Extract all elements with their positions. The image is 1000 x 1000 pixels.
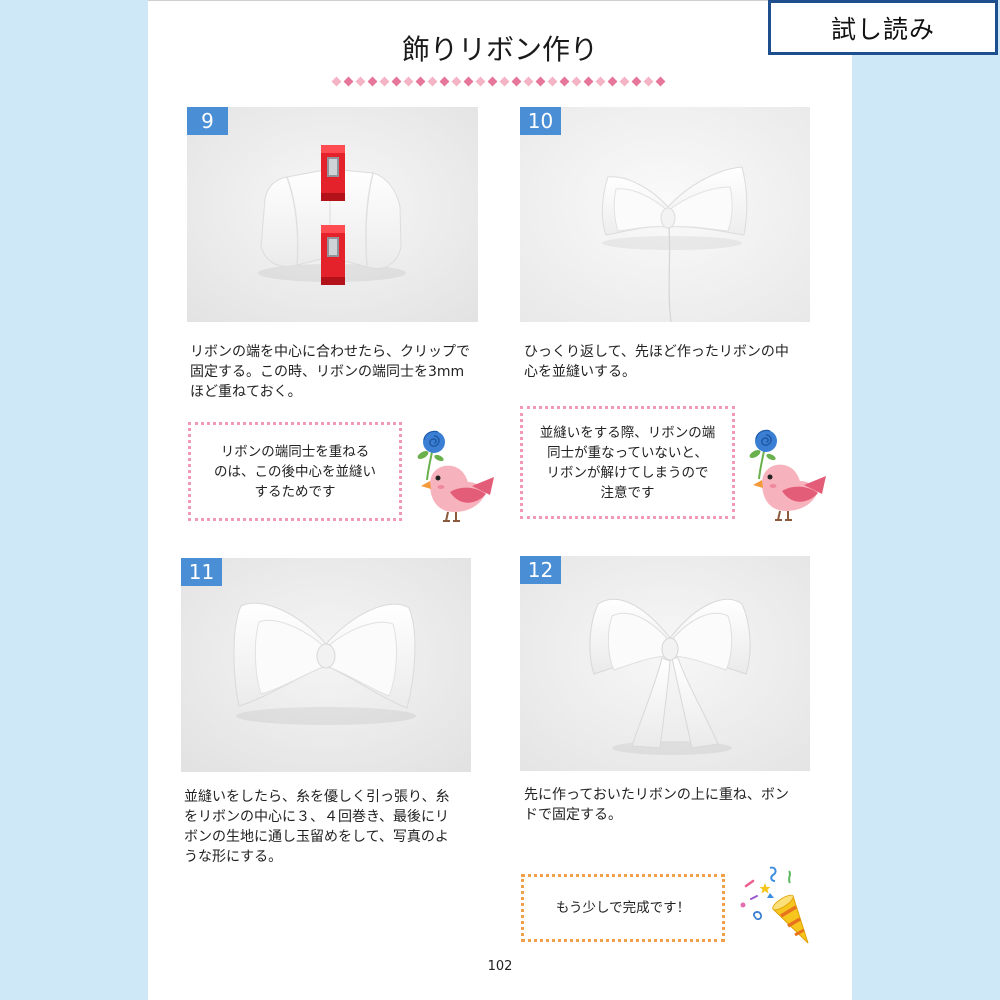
ribbon-with-clips-image <box>187 107 478 322</box>
divider-diamond <box>559 76 570 87</box>
layered-bow-image <box>520 556 810 771</box>
divider-diamond <box>595 76 606 87</box>
divider-diamond <box>511 76 522 87</box>
divider-diamond <box>607 76 618 87</box>
divider-diamond <box>439 76 450 87</box>
divider-diamond <box>475 76 486 87</box>
party-popper-icon <box>737 865 811 945</box>
note-line: のは、この後中心を並縫い <box>214 463 376 480</box>
text-line: ほど重ねておく。 <box>190 384 302 400</box>
step-11: 11 並縫いをしたら、糸を優しく引っ張り、糸 をリボンの中心に３、４回巻き、最後… <box>181 558 477 868</box>
step-instructions: リボンの端を中心に合わせたら、クリップで 固定する。この時、リボンの端同士を3m… <box>190 342 486 402</box>
divider-diamond <box>655 76 666 87</box>
divider-diamond <box>331 76 342 87</box>
note-line: リボンの端同士を重ねる <box>220 443 370 460</box>
red-clip <box>321 225 345 285</box>
ribbon-bow-image <box>520 107 810 322</box>
tip-note: リボンの端同士を重ねる のは、この後中心を並縫い するためです <box>188 422 402 521</box>
bird-icon <box>742 427 826 523</box>
completion-note: もう少しで完成です！ <box>521 874 725 942</box>
divider-diamond <box>643 76 654 87</box>
bird-icon <box>410 428 494 524</box>
step-10: 10 ひっくり返して、先ほど作ったリボンの中 心を並縫いする。 並縫いをする際、… <box>520 107 826 523</box>
divider-diamond <box>379 76 390 87</box>
divider-diamond <box>415 76 426 87</box>
step-12: 12 先に作っておいたリボンの上に重ね、ボン ドで固定する。 もう少しで完成です… <box>520 556 816 948</box>
step-instructions: 先に作っておいたリボンの上に重ね、ボン ドで固定する。 <box>524 785 820 825</box>
step-number-badge: 12 <box>520 556 561 584</box>
text-line: 並縫いをしたら、糸を優しく引っ張り、糸 <box>184 789 450 805</box>
divider-diamond <box>547 76 558 87</box>
divider-diamond <box>355 76 366 87</box>
red-clip <box>321 145 345 201</box>
text-line: 先に作っておいたリボンの上に重ね、ボン <box>524 787 789 803</box>
divider-diamond <box>391 76 402 87</box>
note-line: もう少しで完成です！ <box>555 900 691 916</box>
divider-diamond <box>631 76 642 87</box>
divider-diamond <box>463 76 474 87</box>
divider-diamond <box>535 76 546 87</box>
note-line: 注意です <box>600 484 655 501</box>
divider-diamond <box>427 76 438 87</box>
note-line: リボンが解けてしまうので <box>546 464 709 481</box>
divider-diamond <box>451 76 462 87</box>
text-line: 固定する。この時、リボンの端同士を3mm <box>190 364 465 380</box>
text-line: ドで固定する。 <box>524 807 622 823</box>
page-title: 飾りリボン作り <box>401 33 598 66</box>
text-line: うな形にする。 <box>184 849 283 865</box>
divider-diamond <box>583 76 594 87</box>
text-line: リボンの端を中心に合わせたら、クリップで <box>190 344 470 360</box>
step-12-photo: 12 <box>520 556 810 771</box>
divider-diamond <box>619 76 630 87</box>
divider-diamond <box>499 76 510 87</box>
step-9-photo: 9 <box>187 107 478 322</box>
divider-diamond <box>343 76 354 87</box>
step-number-badge: 11 <box>181 558 222 586</box>
divider-diamond <box>403 76 414 87</box>
divider-diamond <box>367 76 378 87</box>
page-number: 102 <box>487 959 513 974</box>
text-line: ボンの生地に通し玉留めをして、写真のよ <box>184 829 449 845</box>
tip-note: 並縫いをする際、リボンの端 同士が重なっていないと、 リボンが解けてしまうので … <box>520 406 735 519</box>
step-11-photo: 11 <box>181 558 471 772</box>
step-number-badge: 10 <box>520 107 561 135</box>
blue-rose-icon <box>755 429 777 452</box>
note-line: するためです <box>254 483 336 500</box>
divider-diamond <box>571 76 582 87</box>
text-line: ひっくり返して、先ほど作ったリボンの中 <box>524 344 789 360</box>
text-line: をリボンの中心に３、４回巻き、最後にリ <box>184 809 450 825</box>
step-number-badge: 9 <box>187 107 228 135</box>
text-line: 心を並縫いする。 <box>524 364 636 380</box>
divider-diamond <box>523 76 534 87</box>
note-line: 同士が重なっていないと、 <box>547 444 708 461</box>
step-instructions: ひっくり返して、先ほど作ったリボンの中 心を並縫いする。 <box>524 342 820 382</box>
title-divider <box>331 76 669 87</box>
divider-diamond <box>487 76 498 87</box>
step-10-photo: 10 <box>520 107 810 322</box>
note-line: 並縫いをする際、リボンの端 <box>539 424 716 441</box>
step-instructions: 並縫いをしたら、糸を優しく引っ張り、糸 をリボンの中心に３、４回巻き、最後にリ … <box>184 787 480 867</box>
finished-bow-image <box>181 558 471 772</box>
step-9: 9 リボンの端を中心に合わせたら、クリップで 固定する。この時、リボンの端同士を… <box>187 107 494 525</box>
blue-rose-icon <box>423 430 445 453</box>
